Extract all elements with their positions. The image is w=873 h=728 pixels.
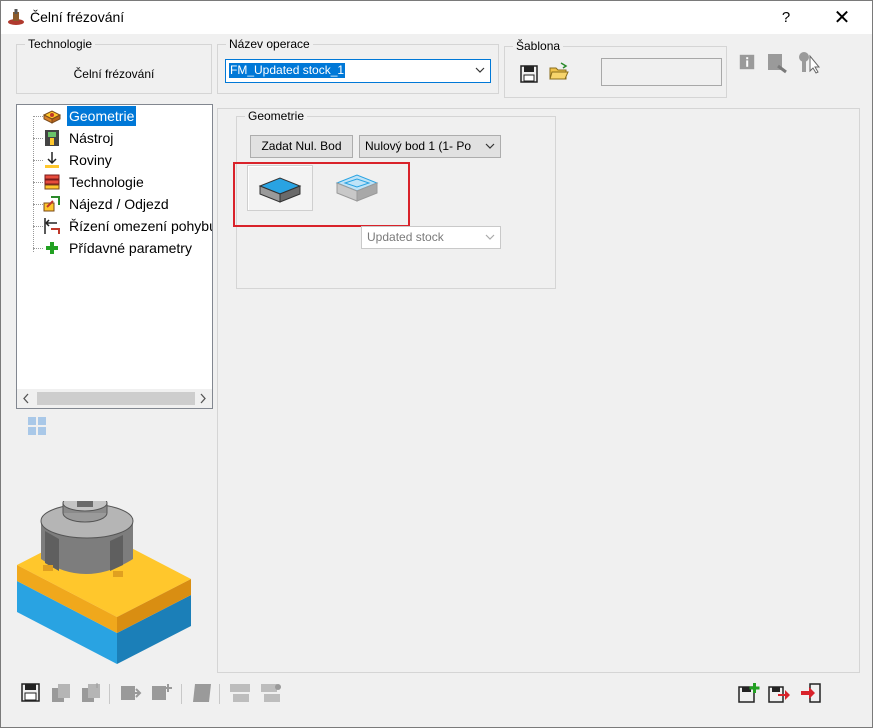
stock-select: Updated stock	[361, 226, 501, 249]
title-bar: Čelní frézování ? ✕	[1, 1, 872, 34]
motion-limit-icon	[44, 218, 60, 234]
tree-item-label: Technologie	[69, 174, 144, 190]
tree-item-label: Geometrie	[67, 106, 137, 126]
scroll-left-icon[interactable]	[21, 392, 31, 405]
toolbar-separator	[109, 684, 110, 704]
dialog-window: Čelní frézování ? ✕ Technologie Čelní fr…	[0, 0, 873, 728]
technology-group: Technologie Čelní frézování	[16, 37, 212, 94]
tool-preview-illustration	[17, 501, 191, 664]
copy-icon[interactable]	[50, 682, 72, 704]
set-zero-point-button[interactable]: Zadat Nul. Bod	[250, 135, 353, 158]
template-field[interactable]	[601, 58, 722, 86]
tool-icon	[45, 130, 59, 146]
shape-icon[interactable]	[191, 682, 213, 704]
plus-icon	[46, 242, 58, 254]
tree-branch	[33, 226, 43, 227]
navigation-tree: Geometrie Nástroj Roviny Technologie Náj…	[16, 104, 213, 409]
tree-horizontal-scrollbar[interactable]	[17, 389, 212, 408]
save-icon[interactable]	[20, 682, 42, 704]
tree-branch	[33, 138, 43, 139]
approach-icon	[43, 196, 60, 212]
exit-icon[interactable]	[800, 682, 822, 704]
close-button[interactable]: ✕	[827, 5, 857, 31]
zero-point-select[interactable]: Nulový bod 1 (1- Po	[359, 135, 501, 158]
chevron-down-icon[interactable]	[474, 64, 486, 76]
tree-item-label: Roviny	[69, 152, 112, 168]
paste-icon[interactable]	[80, 682, 102, 704]
tree-branch	[33, 182, 43, 183]
grid-view-icon[interactable]	[27, 416, 47, 436]
toolbar-separator	[181, 684, 182, 704]
pin-cursor-icon[interactable]	[796, 51, 822, 75]
add-operation-icon[interactable]	[151, 682, 173, 704]
scroll-thumb[interactable]	[37, 392, 195, 405]
technology-group-label: Technologie	[25, 37, 96, 52]
stock-select-value: Updated stock	[367, 230, 444, 244]
tree-branch	[33, 248, 43, 249]
gcode-icon[interactable]	[229, 682, 251, 704]
open-template-icon[interactable]	[549, 62, 569, 82]
scroll-right-icon[interactable]	[198, 392, 208, 405]
operation-name-label: Název operace	[226, 37, 313, 52]
operation-name-group: Název operace FM_Updated stock_1	[217, 37, 499, 94]
template-label: Šablona	[513, 39, 564, 54]
help-button[interactable]: ?	[771, 5, 801, 31]
operation-name-value[interactable]: FM_Updated stock_1	[229, 63, 346, 78]
template-edit-icon[interactable]	[766, 52, 788, 74]
operation-name-combo[interactable]: FM_Updated stock_1	[225, 59, 491, 83]
chevron-down-icon[interactable]	[484, 140, 496, 152]
planes-icon	[45, 152, 59, 168]
toolbar-separator	[219, 684, 220, 704]
gcode-settings-icon[interactable]	[260, 682, 282, 704]
geometry-icon	[43, 110, 61, 124]
tree-branch	[33, 116, 43, 117]
save-template-icon[interactable]	[519, 64, 539, 84]
tree-item-label: Nájezd / Odjezd	[69, 196, 169, 212]
tree-item-label: Řízení omezení pohybu	[69, 218, 213, 234]
highlight-frame	[233, 162, 410, 227]
tree-item-label: Přídavné parametry	[69, 240, 192, 256]
save-exit-icon[interactable]	[768, 682, 790, 704]
technology-icon	[44, 174, 60, 190]
save-add-icon[interactable]	[738, 682, 760, 704]
chevron-down-icon	[485, 234, 495, 240]
technology-value: Čelní frézování	[73, 67, 155, 81]
geometry-group-label: Geometrie	[245, 109, 308, 124]
zero-point-select-value: Nulový bod 1 (1- Po	[365, 139, 472, 153]
info-icon[interactable]	[739, 54, 755, 70]
tree-item-label: Nástroj	[69, 130, 114, 146]
app-icon	[8, 9, 24, 25]
export-icon[interactable]	[120, 682, 142, 704]
tree-branch	[33, 204, 43, 205]
window-title: Čelní frézování	[30, 9, 125, 25]
tree-branch	[33, 160, 43, 161]
